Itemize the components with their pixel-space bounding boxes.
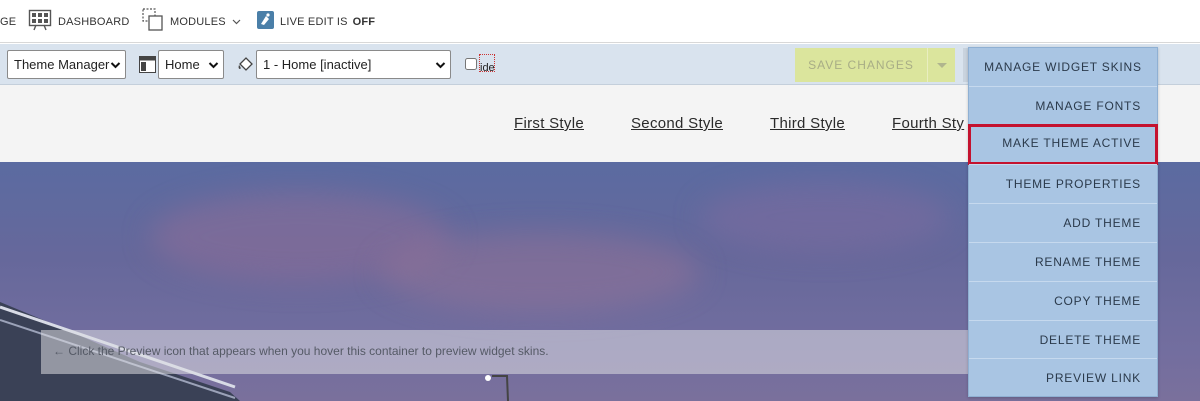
dashboard-icon <box>28 8 52 35</box>
caret-down-icon <box>937 63 947 68</box>
menu-item-manage-widget-skins[interactable]: MANAGE WIDGET SKINS <box>969 48 1157 87</box>
live-edit-toggle[interactable]: LIVE EDIT IS OFF <box>257 0 375 43</box>
nav-link-second-style[interactable]: Second Style <box>631 115 723 132</box>
live-edit-icon <box>257 11 274 32</box>
ide-checkbox[interactable] <box>465 58 477 70</box>
layout-icon <box>139 56 156 78</box>
nav-link-third-style[interactable]: Third Style <box>770 115 845 132</box>
nav-link-first-style[interactable]: First Style <box>514 115 584 132</box>
menu-item-copy-theme[interactable]: COPY THEME <box>969 281 1157 320</box>
admin-topbar: GE DASHBOARD MODULES LIVE EDIT IS OFF <box>0 0 1200 43</box>
modules-menu[interactable]: MODULES <box>142 0 241 43</box>
page-select[interactable]: Home <box>158 50 224 79</box>
dashboard-link[interactable]: DASHBOARD <box>28 0 129 43</box>
menu-item-make-theme-active[interactable]: MAKE THEME ACTIVE <box>968 124 1158 165</box>
menu-item-manage-fonts[interactable]: MANAGE FONTS <box>969 86 1157 125</box>
widget-preview-hint: ← Click the Preview icon that appears wh… <box>41 330 971 374</box>
menu-item-add-theme[interactable]: ADD THEME <box>969 203 1157 242</box>
theme-actions-menu: MANAGE WIDGET SKINS MANAGE FONTS MAKE TH… <box>968 47 1158 397</box>
modules-icon <box>142 8 164 35</box>
save-changes-button[interactable]: SAVE CHANGES <box>795 48 955 82</box>
ide-label: ide <box>479 54 495 72</box>
chevron-down-icon <box>208 59 219 74</box>
nav-link-fourth-style[interactable]: Fourth Sty <box>892 115 964 132</box>
manager-select[interactable]: Theme Manager <box>7 50 126 79</box>
live-edit-state: OFF <box>352 15 376 28</box>
paint-bucket-icon <box>237 56 254 78</box>
theme-select[interactable]: 1 - Home [inactive] <box>256 50 451 79</box>
manage-link-partial[interactable]: GE <box>0 0 16 43</box>
menu-item-theme-properties[interactable]: THEME PROPERTIES <box>969 164 1157 203</box>
chevron-down-icon <box>110 59 121 74</box>
chevron-down-icon <box>232 16 241 28</box>
menu-item-preview-link[interactable]: PREVIEW LINK <box>969 358 1157 397</box>
chevron-down-icon <box>435 59 446 74</box>
menu-item-rename-theme[interactable]: RENAME THEME <box>969 242 1157 281</box>
save-options-dropdown[interactable] <box>927 48 955 82</box>
menu-item-delete-theme[interactable]: DELETE THEME <box>969 320 1157 359</box>
